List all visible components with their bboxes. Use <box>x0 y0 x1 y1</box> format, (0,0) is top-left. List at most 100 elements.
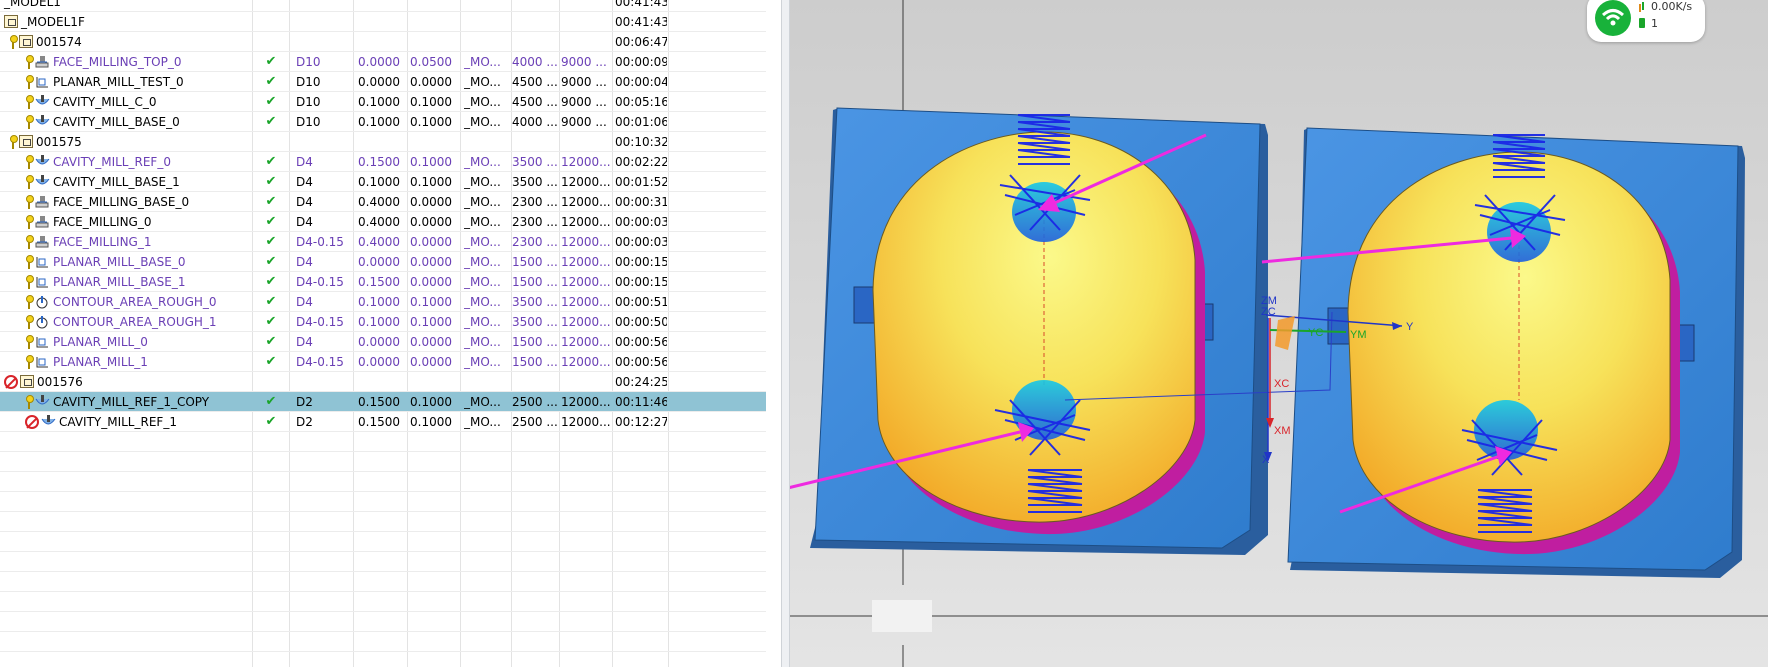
planar-mill-icon <box>35 335 50 349</box>
stock-cell: 0.1000 <box>358 315 400 329</box>
tool-cell: D4-0.15 <box>296 315 344 329</box>
key-icon <box>25 154 34 170</box>
operation-row[interactable]: CAVITY_MILL_C_0 ✔ D10 0.1000 0.1000 _MO... 450… <box>0 92 766 112</box>
empty-row <box>0 472 766 492</box>
mcs-cell: _MO... <box>464 255 501 269</box>
mcs-cell: _MO... <box>464 195 501 209</box>
operation-row[interactable]: PLANAR_MILL_TEST_0 ✔ D10 0.0000 0.0000 _MO...… <box>0 72 766 92</box>
item-name: FACE_MILLING_0 <box>53 215 152 229</box>
status-check-icon: ✔ <box>265 234 277 249</box>
status-check-icon: ✔ <box>265 54 277 69</box>
face-milling-icon <box>35 195 50 209</box>
feed-cell: 12000... <box>561 275 611 289</box>
item-name: FACE_MILLING_1 <box>53 235 152 249</box>
operation-row[interactable]: PLANAR_MILL_0 ✔ D4 0.0000 0.0000 _MO... 1500 .… <box>0 332 766 352</box>
key-icon <box>25 354 34 370</box>
wifi-icon <box>1595 0 1631 36</box>
transfer-icon <box>1639 1 1645 12</box>
tool-cell: D4-0.15 <box>296 235 344 249</box>
operation-row[interactable]: CAVITY_MILL_BASE_1 ✔ D4 0.1000 0.1000 _MO... 3… <box>0 172 766 192</box>
tool-cell: D4 <box>296 295 313 309</box>
program-group-row[interactable]: _MODEL1F 00:41:43 <box>0 12 766 32</box>
status-check-icon: ✔ <box>265 74 277 89</box>
empty-row <box>0 452 766 472</box>
axis-label-y: Y <box>1406 321 1414 333</box>
key-icon <box>25 194 34 210</box>
item-name: PLANAR_MILL_TEST_0 <box>53 75 184 89</box>
tool-cell: D4 <box>296 255 313 269</box>
program-group-row[interactable]: 001575 00:10:32 <box>0 132 766 152</box>
speed-cell: 4500 ... <box>512 95 558 109</box>
item-name: 001574 <box>36 35 82 49</box>
feed-cell: 9000 ... <box>561 55 607 69</box>
name-cell: FACE_MILLING_TOP_0 <box>0 52 252 72</box>
operation-row[interactable]: CAVITY_MILL_REF_0 ✔ D4 0.1500 0.1000 _MO... 35… <box>0 152 766 172</box>
operation-row[interactable]: CAVITY_MILL_REF_1_COPY ✔ D2 0.1500 0.1000 _MO… <box>0 392 766 412</box>
operation-row[interactable]: CONTOUR_AREA_ROUGH_0 ✔ D4 0.1000 0.1000 _MO..… <box>0 292 766 312</box>
time-cell: 00:00:03 <box>615 235 667 249</box>
axis-label-xc: XC <box>1274 378 1289 390</box>
stock-cell: 0.1000 <box>358 115 400 129</box>
program-group-row[interactable]: _MODEL1 00:41:43 <box>0 0 766 12</box>
cavity-mill-icon <box>35 155 50 169</box>
operation-navigator: _MODEL1 00:41:43 _MODEL1F 00:41:43 001574 00:… <box>0 0 781 667</box>
model-scene: ZM ZC Y YC YM XC XM X <box>790 0 1768 667</box>
empty-row <box>0 532 766 552</box>
operation-row[interactable]: FACE_MILLING_0 ✔ D4 0.4000 0.0000 _MO... 2300 … <box>0 212 766 232</box>
speed-cell: 1500 ... <box>512 275 558 289</box>
face-milling-icon <box>35 235 50 249</box>
name-cell: CAVITY_MILL_REF_0 <box>0 152 252 172</box>
feed-cell: 12000... <box>561 175 611 189</box>
stock2-cell: 0.0500 <box>410 55 452 69</box>
panel-splitter[interactable] <box>781 0 790 667</box>
key-icon <box>25 54 34 70</box>
stock2-cell: 0.0000 <box>410 195 452 209</box>
time-cell: 00:00:15 <box>615 255 667 269</box>
name-cell: PLANAR_MILL_0 <box>0 332 252 352</box>
program-group-row[interactable]: 001576 00:24:25 <box>0 372 766 392</box>
stock2-cell: 0.1000 <box>410 155 452 169</box>
key-icon <box>9 34 18 50</box>
feed-cell: 12000... <box>561 395 611 409</box>
speed-cell: 4500 ... <box>512 75 558 89</box>
tool-cell: D4 <box>296 175 313 189</box>
operation-row[interactable]: FACE_MILLING_1 ✔ D4-0.15 0.4000 0.0000 _MO...… <box>0 232 766 252</box>
item-name: _MODEL1F <box>21 15 85 29</box>
group-icon <box>19 35 33 48</box>
item-name: PLANAR_MILL_0 <box>53 335 148 349</box>
item-name: CAVITY_MILL_BASE_1 <box>53 175 180 189</box>
feed-cell: 12000... <box>561 155 611 169</box>
mcs-cell: _MO... <box>464 335 501 349</box>
mcs-cell: _MO... <box>464 155 501 169</box>
program-group-row[interactable]: 001574 00:06:47 <box>0 32 766 52</box>
mcs-cell: _MO... <box>464 75 501 89</box>
operation-tree-table: _MODEL1 00:41:43 _MODEL1F 00:41:43 001574 00:… <box>0 0 766 652</box>
operation-row[interactable]: PLANAR_MILL_BASE_1 ✔ D4-0.15 0.1500 0.0000 _M… <box>0 272 766 292</box>
time-cell: 00:06:47 <box>615 35 667 49</box>
empty-row <box>0 612 766 632</box>
stock-cell: 0.4000 <box>358 195 400 209</box>
tool-cell: D4 <box>296 215 313 229</box>
stock2-cell: 0.1000 <box>410 395 452 409</box>
stock-cell: 0.4000 <box>358 235 400 249</box>
speed-cell: 3500 ... <box>512 155 558 169</box>
feed-cell: 12000... <box>561 235 611 249</box>
operation-row[interactable]: PLANAR_MILL_1 ✔ D4-0.15 0.0000 0.0000 _MO... 1… <box>0 352 766 372</box>
operation-row[interactable]: FACE_MILLING_BASE_0 ✔ D4 0.4000 0.0000 _MO...… <box>0 192 766 212</box>
key-icon <box>25 174 34 190</box>
operation-row[interactable]: CAVITY_MILL_BASE_0 ✔ D10 0.1000 0.1000 _MO...… <box>0 112 766 132</box>
status-check-icon: ✔ <box>265 174 277 189</box>
operation-row[interactable]: PLANAR_MILL_BASE_0 ✔ D4 0.0000 0.0000 _MO... 1… <box>0 252 766 272</box>
axis-label-x: X <box>1262 454 1270 466</box>
speed-cell: 3500 ... <box>512 175 558 189</box>
key-icon <box>25 394 34 410</box>
graphics-viewport[interactable]: ZM ZC Y YC YM XC XM X 0.00K/s 1 <box>790 0 1768 667</box>
planar-mill-icon <box>35 275 50 289</box>
time-cell: 00:41:43 <box>615 15 667 29</box>
operation-row[interactable]: CONTOUR_AREA_ROUGH_1 ✔ D4-0.15 0.1000 0.1000… <box>0 312 766 332</box>
stock2-cell: 0.1000 <box>410 115 452 129</box>
mcs-cell: _MO... <box>464 315 501 329</box>
operation-row[interactable]: CAVITY_MILL_REF_1 ✔ D2 0.1500 0.1000 _MO... 25… <box>0 412 766 432</box>
operation-row[interactable]: FACE_MILLING_TOP_0 ✔ D10 0.0000 0.0500 _MO...… <box>0 52 766 72</box>
time-cell: 00:00:51 <box>615 295 667 309</box>
